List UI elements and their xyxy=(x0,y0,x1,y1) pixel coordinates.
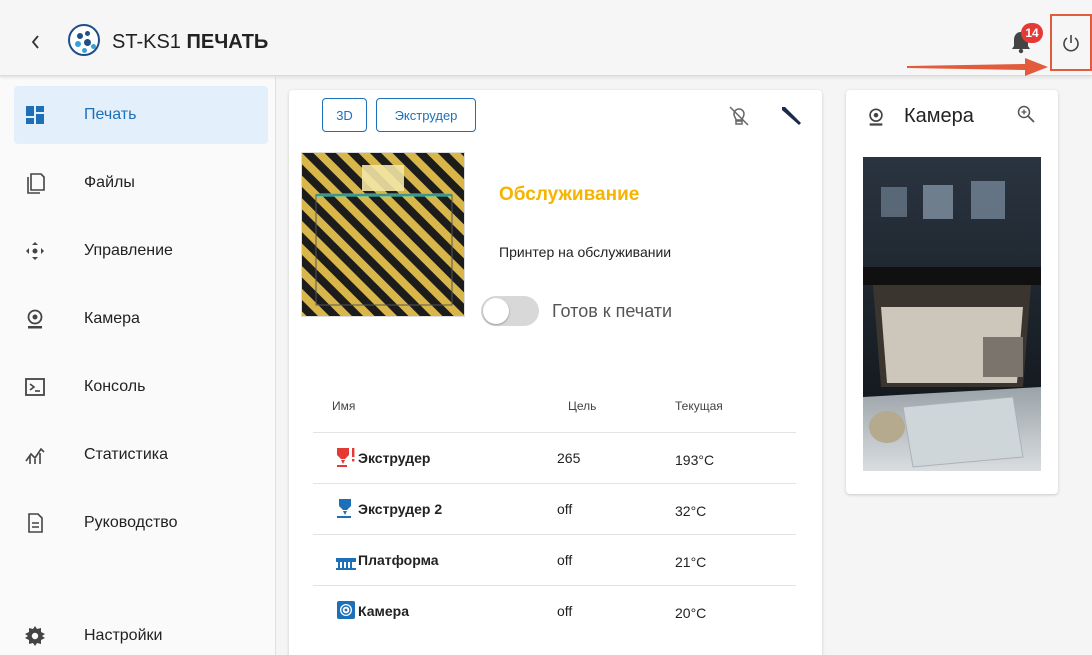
sidebar-item-control[interactable]: Управление xyxy=(14,222,268,280)
print-preview-image xyxy=(301,152,465,317)
dashboard-icon xyxy=(26,106,44,124)
heater-current: 32°C xyxy=(675,503,707,519)
table-row[interactable]: Экструдер 2 off 32°C xyxy=(313,483,796,534)
sidebar-item-label: Настройки xyxy=(84,627,163,644)
notification-badge: 14 xyxy=(1021,23,1043,43)
camera-stream-image[interactable] xyxy=(863,157,1041,471)
heated-bed-icon xyxy=(336,558,356,570)
app-bar: ST-KS1 ПЕЧАТЬ 14 xyxy=(0,0,1092,76)
heater-current: 193°C xyxy=(675,452,715,468)
heater-target[interactable]: 265 xyxy=(557,450,580,466)
annotation-arrow-icon xyxy=(907,58,1048,76)
statistics-icon xyxy=(25,447,45,464)
back-button[interactable] xyxy=(26,30,44,54)
files-icon xyxy=(27,173,45,194)
column-header-current: Текущая xyxy=(675,399,723,413)
printer-status-card: 3D Экструдер Обслуживание Принтер на обс… xyxy=(289,90,822,655)
app-logo xyxy=(68,24,100,56)
console-icon xyxy=(25,378,45,396)
camera-card: Камера xyxy=(846,90,1058,494)
ready-to-print-label: Готов к печати xyxy=(552,301,673,321)
zoom-in-icon[interactable] xyxy=(1016,104,1036,124)
tab-extruder[interactable]: Экструдер xyxy=(376,98,476,132)
settings-gear-icon xyxy=(25,626,45,646)
edit-pencil-icon[interactable] xyxy=(779,104,803,128)
chamber-fan-icon xyxy=(337,601,355,619)
webcam-icon xyxy=(869,108,883,126)
sidebar-item-label: Камера xyxy=(84,310,140,327)
camera-title: Камера xyxy=(904,105,974,127)
status-title: Обслуживание xyxy=(499,184,640,205)
sidebar-item-label: Консоль xyxy=(84,378,146,395)
sidebar-item-camera[interactable]: Камера xyxy=(14,290,268,348)
brand-prefix: ST-KS1 xyxy=(112,31,181,53)
extruder-warning-icon xyxy=(337,448,355,467)
webcam-icon xyxy=(27,309,43,329)
heater-name: Экструдер 2 xyxy=(358,501,443,517)
heater-target[interactable]: off xyxy=(557,603,572,619)
sidebar: Печать Файлы Управление Камера Консоль С… xyxy=(0,77,276,655)
power-button[interactable] xyxy=(1050,14,1092,71)
sidebar-item-label: Файлы xyxy=(84,174,135,191)
sidebar-item-files[interactable]: Файлы xyxy=(14,154,268,212)
control-icon xyxy=(26,242,44,260)
heater-name: Платформа xyxy=(358,552,439,568)
sidebar-item-label: Руководство xyxy=(84,514,178,531)
document-icon xyxy=(28,513,43,533)
sidebar-item-label: Статистика xyxy=(84,446,169,463)
tab-3d[interactable]: 3D xyxy=(322,98,367,132)
toggle-knob xyxy=(483,298,509,324)
heater-name: Экструдер xyxy=(358,450,431,466)
light-off-icon[interactable] xyxy=(727,104,751,128)
table-row[interactable]: Платформа off 21°C xyxy=(313,534,796,585)
sidebar-item-manual[interactable]: Руководство xyxy=(14,494,268,552)
power-icon xyxy=(1063,34,1079,51)
column-header-name: Имя xyxy=(332,399,356,413)
ready-to-print-toggle[interactable] xyxy=(481,296,539,326)
sidebar-item-settings[interactable]: Настройки xyxy=(14,607,268,655)
chevron-left-icon xyxy=(31,35,39,49)
sidebar-item-label: Управление xyxy=(84,242,173,259)
extruder-icon xyxy=(337,499,351,518)
table-row[interactable]: Экструдер 265 193°C xyxy=(313,432,796,483)
heater-current: 20°C xyxy=(675,605,707,621)
table-row[interactable]: Камера off 20°C xyxy=(313,585,796,636)
heater-target[interactable]: off xyxy=(557,552,572,568)
column-header-target: Цель xyxy=(568,399,597,413)
sidebar-item-label: Печать xyxy=(84,106,137,123)
sidebar-item-statistics[interactable]: Статистика xyxy=(14,426,268,484)
status-description: Принтер на обслуживании xyxy=(499,244,672,260)
heater-name: Камера xyxy=(358,603,409,619)
brand-section: ПЕЧАТЬ xyxy=(186,31,269,53)
app-title: ST-KS1 ПЕЧАТЬ xyxy=(112,31,268,54)
heater-target[interactable]: off xyxy=(557,501,572,517)
sidebar-item-console[interactable]: Консоль xyxy=(14,358,268,416)
heater-current: 21°C xyxy=(675,554,707,570)
sidebar-item-print[interactable]: Печать xyxy=(14,86,268,144)
